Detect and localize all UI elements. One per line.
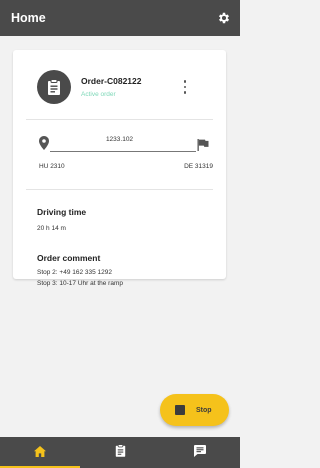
order-comment-line: Stop 2: +49 162 335 1292 xyxy=(37,269,112,276)
stop-button[interactable]: Stop xyxy=(160,394,229,426)
stop-button-label: Stop xyxy=(196,406,212,414)
divider xyxy=(26,119,213,120)
order-comment-label: Order comment xyxy=(37,253,101,263)
app-screen: Home Order-C082122 Active order 1233.102… xyxy=(0,0,240,468)
home-icon xyxy=(34,444,46,462)
route-origin: HU 2310 xyxy=(39,163,65,170)
driving-time-value: 20 h 14 m xyxy=(37,225,66,232)
route-destination: DE 31319 xyxy=(184,163,213,170)
order-comment-line: Stop 3: 10-17 Uhr at the ramp xyxy=(37,280,123,287)
order-status: Active order xyxy=(81,91,116,98)
divider xyxy=(26,189,213,190)
clipboard-icon xyxy=(37,70,71,104)
route-summary: 1233.102 HU 2310 DE 31319 xyxy=(26,134,213,174)
bottom-navigation xyxy=(0,437,240,468)
page-title: Home xyxy=(11,11,46,25)
clipboard-icon xyxy=(115,443,126,462)
stop-icon xyxy=(175,405,185,415)
flag-icon xyxy=(197,138,209,151)
top-app-bar: Home xyxy=(0,0,240,36)
more-vert-icon[interactable] xyxy=(181,80,189,94)
chat-icon xyxy=(194,444,206,462)
driving-time-label: Driving time xyxy=(37,207,87,217)
route-distance: 1233.102 xyxy=(105,136,134,143)
order-card[interactable]: Order-C082122 Active order 1233.102 HU 2… xyxy=(13,50,226,287)
route-line xyxy=(50,151,196,152)
order-id: Order-C082122 xyxy=(81,76,142,86)
nav-item-home[interactable] xyxy=(0,437,80,468)
gear-icon[interactable] xyxy=(217,11,231,25)
nav-item-messages[interactable] xyxy=(160,437,240,468)
nav-item-orders[interactable] xyxy=(80,437,160,468)
